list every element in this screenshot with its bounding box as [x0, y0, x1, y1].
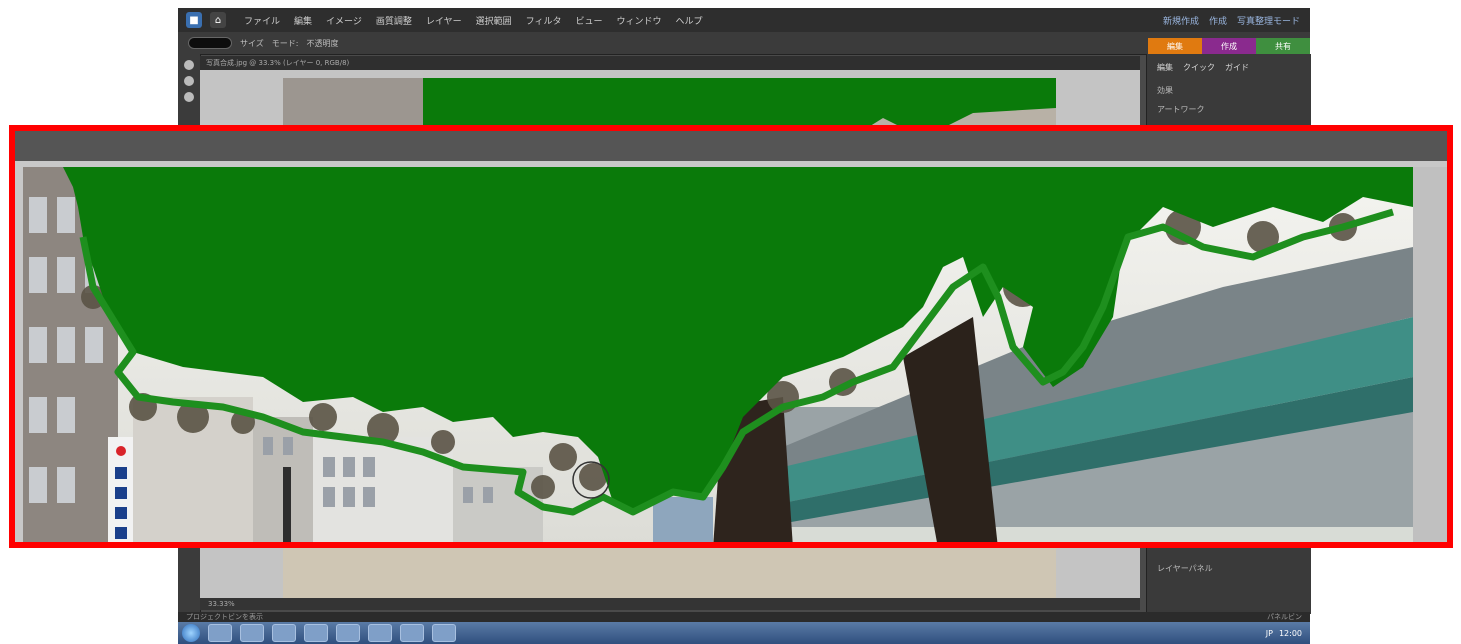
menu-bar: ■ ⌂ ファイル 編集 イメージ 画質調整 レイヤー 選択範囲 フィルタ ビュー…: [178, 8, 1310, 32]
opacity-label: 不透明度: [306, 38, 339, 48]
menu-help[interactable]: ヘルプ: [675, 14, 702, 27]
media-taskbar-icon[interactable]: [272, 624, 296, 642]
clock[interactable]: 12:00: [1279, 629, 1302, 638]
panel-bin-toggle[interactable]: パネルビン: [1267, 612, 1302, 622]
menu-filter[interactable]: フィルタ: [526, 14, 562, 27]
menu-layer[interactable]: レイヤー: [426, 14, 462, 27]
panel-tab-guide[interactable]: ガイド: [1225, 62, 1249, 73]
menu-file[interactable]: ファイル: [244, 14, 280, 27]
tab-edit[interactable]: 編集: [1148, 38, 1202, 54]
menu-image[interactable]: イメージ: [326, 14, 362, 27]
masked-photo: [23, 167, 1413, 542]
pdf-taskbar-icon[interactable]: [336, 624, 360, 642]
zoomed-canvas[interactable]: [23, 167, 1413, 542]
move-tool-icon[interactable]: [184, 60, 194, 70]
panel-tab-full[interactable]: 編集: [1157, 62, 1173, 73]
system-tray: JP 12:00: [1266, 629, 1302, 638]
zoom-callout: [9, 125, 1453, 548]
zoom-toolbar-strip: [15, 131, 1447, 161]
app-logo-icon: ■: [186, 12, 202, 28]
menubar-right: 新規作成 作成 写真整理モード: [1163, 14, 1300, 27]
word-taskbar-icon[interactable]: [400, 624, 424, 642]
panel-tabs: 編集 クイック ガイド: [1147, 54, 1311, 81]
browser-taskbar-icon[interactable]: [432, 624, 456, 642]
hand-tool-icon[interactable]: [184, 92, 194, 102]
status-bar: 33.33%: [200, 598, 1140, 610]
language-indicator[interactable]: JP: [1266, 629, 1273, 638]
create-button[interactable]: 作成: [1209, 14, 1227, 27]
new-button[interactable]: 新規作成: [1163, 14, 1199, 27]
panel-section-layers[interactable]: レイヤーパネル: [1147, 559, 1311, 578]
menu-list: ファイル 編集 イメージ 画質調整 レイヤー 選択範囲 フィルタ ビュー ウィン…: [244, 14, 703, 27]
menu-window[interactable]: ウィンドウ: [616, 14, 661, 27]
document-title: 写真合成.jpg @ 33.3% (レイヤー 0, RGB/8): [200, 56, 1140, 70]
home-icon[interactable]: ⌂: [210, 12, 226, 28]
ie-taskbar-icon[interactable]: [208, 624, 232, 642]
menu-select[interactable]: 選択範囲: [476, 14, 512, 27]
zoom-tool-icon[interactable]: [184, 76, 194, 86]
tool-options-bar: サイズ モード: 不透明度: [178, 32, 1310, 55]
menu-enhance[interactable]: 画質調整: [376, 14, 412, 27]
bin-bar: プロジェクトビンを表示 パネルビン: [178, 612, 1310, 622]
tab-share[interactable]: 共有: [1256, 38, 1310, 54]
tab-create[interactable]: 作成: [1202, 38, 1256, 54]
panel-section-artwork[interactable]: アートワーク: [1147, 100, 1311, 119]
panel-tab-quick[interactable]: クイック: [1183, 62, 1215, 73]
app-taskbar-icon[interactable]: [304, 624, 328, 642]
canvas-gutter: [1413, 167, 1447, 542]
menu-view[interactable]: ビュー: [575, 14, 602, 27]
panel-section-effects[interactable]: 効果: [1147, 81, 1311, 100]
project-bin-toggle[interactable]: プロジェクトビンを表示: [186, 612, 263, 622]
photoshop-taskbar-icon[interactable]: [368, 624, 392, 642]
menu-edit[interactable]: 編集: [294, 14, 312, 27]
windows-taskbar: JP 12:00: [178, 622, 1310, 644]
mode-label: モード:: [271, 38, 299, 48]
mode-tabs: 編集 作成 共有: [1148, 38, 1310, 54]
brush-preview-icon[interactable]: [188, 37, 232, 49]
start-button-icon[interactable]: [182, 624, 200, 642]
size-label: サイズ: [240, 38, 264, 48]
organizer-button[interactable]: 写真整理モード: [1237, 14, 1300, 27]
explorer-taskbar-icon[interactable]: [240, 624, 264, 642]
zoom-readout: 33.33%: [208, 600, 235, 608]
